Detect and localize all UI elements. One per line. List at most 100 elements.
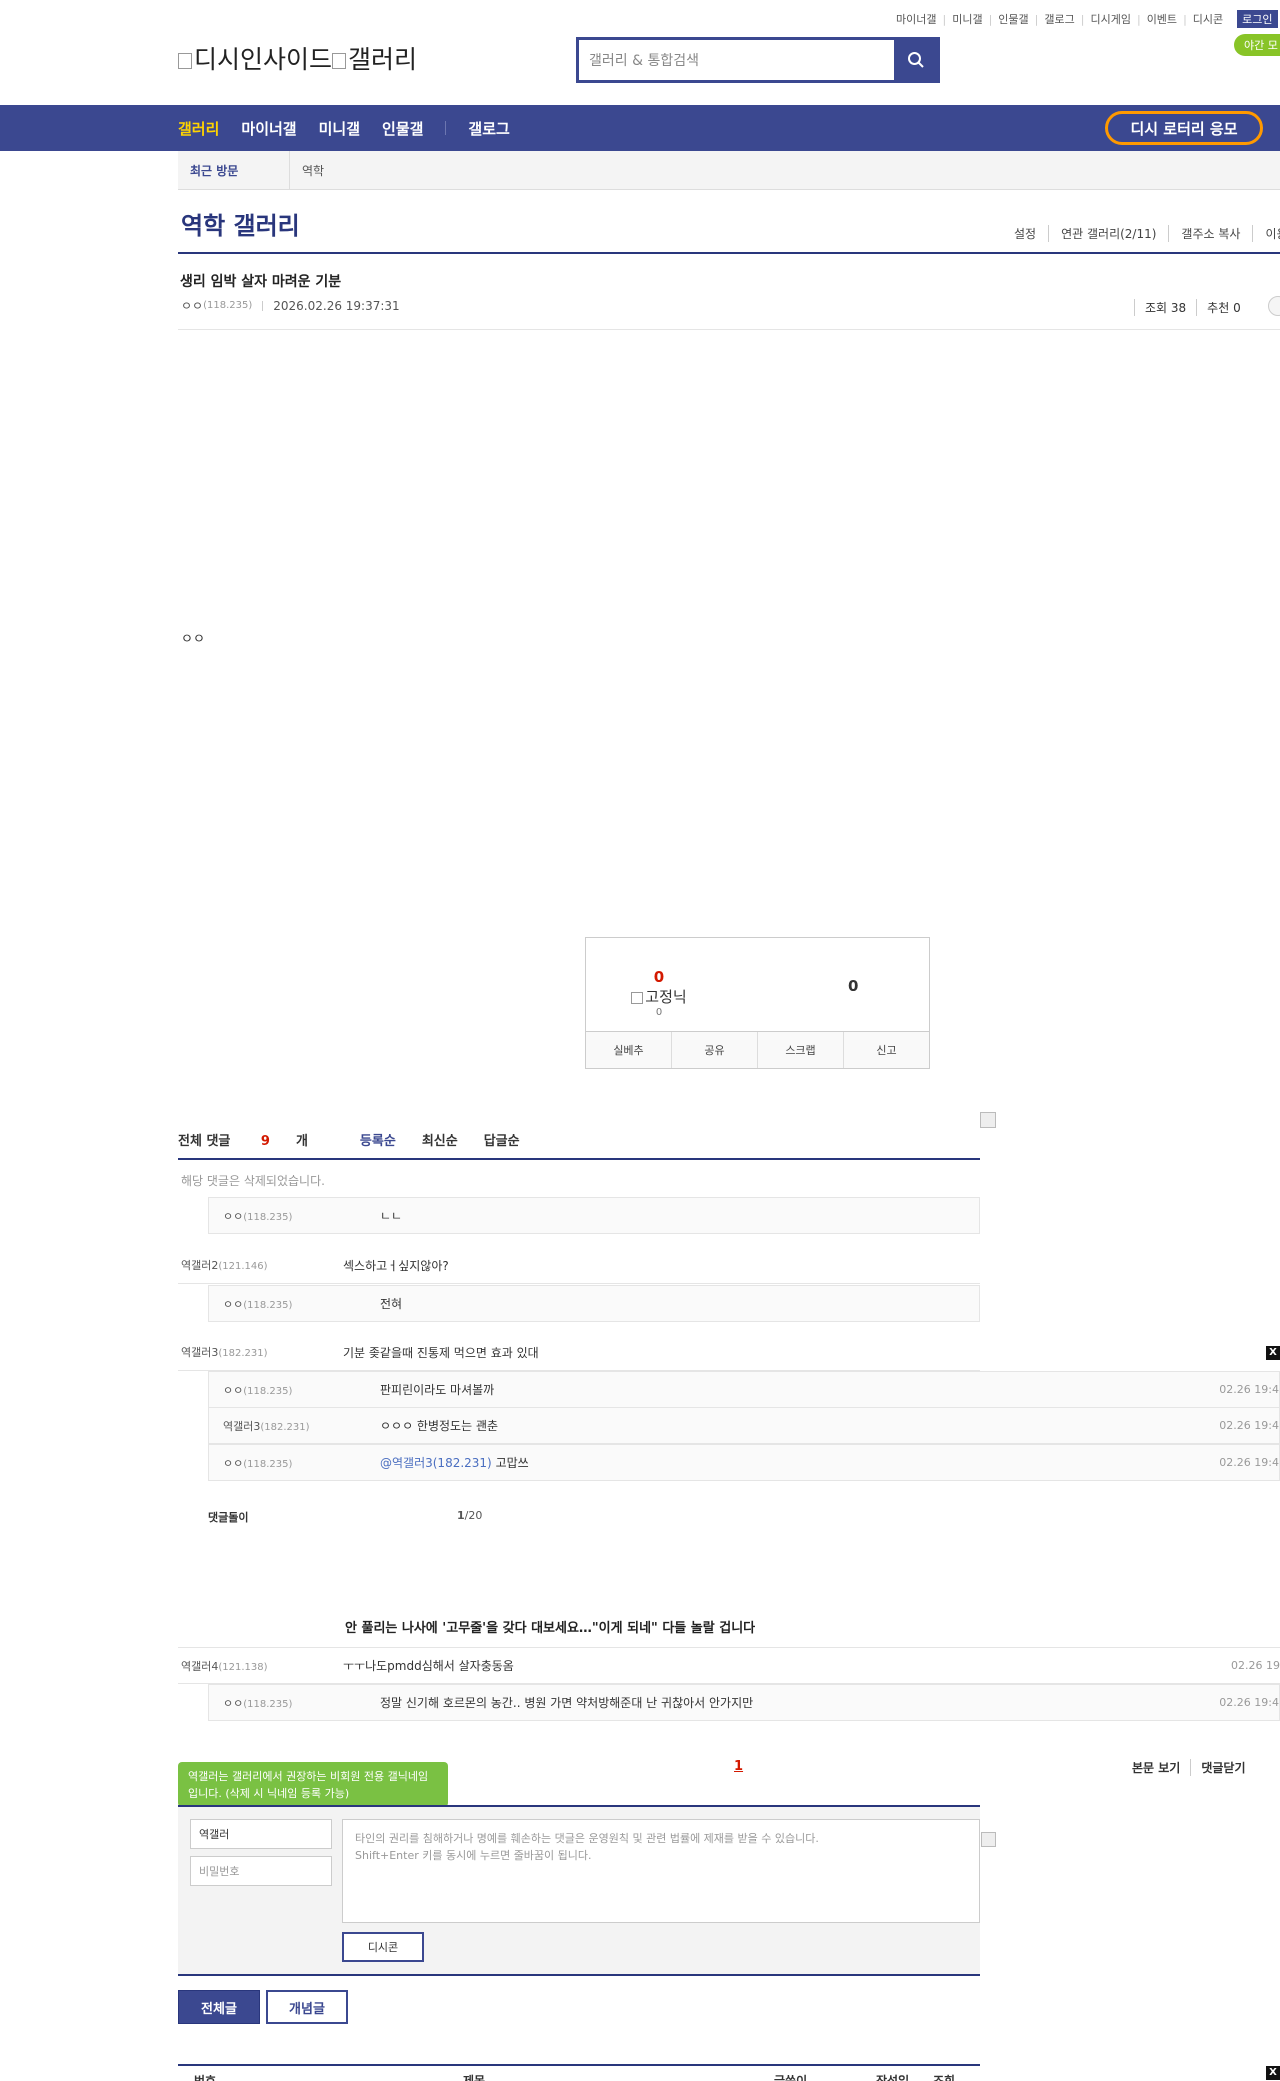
comment-total: 전체 댓글 9개 xyxy=(178,1134,308,1149)
search-button[interactable] xyxy=(894,40,937,80)
dccon-button[interactable]: 디시콘 xyxy=(342,1932,424,1962)
comment-divider xyxy=(178,1158,980,1160)
copy-address-link[interactable]: 갤주소 복사 xyxy=(1168,225,1252,242)
nav-divider xyxy=(445,121,447,135)
more-options-button[interactable] xyxy=(1268,296,1280,316)
post-author[interactable]: ㅇㅇ xyxy=(181,297,203,314)
reply-text: 고맙쓰 xyxy=(491,1456,529,1470)
night-mode-button[interactable]: 야간 모 xyxy=(1234,34,1280,56)
nav-gallog[interactable]: 갤로그 xyxy=(468,118,509,139)
reply-text: ㄴㄴ xyxy=(380,1209,403,1223)
top-link-gallog[interactable]: 갤로그 xyxy=(1038,11,1080,27)
login-button[interactable]: 로그인 xyxy=(1237,10,1278,28)
reply-row: ㅇㅇ(118.235) 정말 신기해 호르몬의 농간.. 병원 가면 약처방해준… xyxy=(208,1684,1280,1721)
fixed-nick-icon xyxy=(631,991,644,1004)
post-views: 조회 38 xyxy=(1134,299,1196,316)
search-input[interactable]: 갤러리 & 통합검색 xyxy=(579,40,894,80)
reply-text: ㅇㅇㅇ 한병정도는 괜춘 xyxy=(380,1419,499,1433)
comment-text: ㅜㅜ나도pmdd심해서 살자충동옴 xyxy=(343,1659,514,1673)
logo-gallery-text: 갤러리 xyxy=(348,45,418,74)
top-link-person[interactable]: 인물갤 xyxy=(992,11,1034,27)
best-recommend-button[interactable]: 실베추 xyxy=(586,1032,671,1068)
reply-nick[interactable]: ㅇㅇ xyxy=(223,1384,243,1397)
close-ad-button[interactable]: X xyxy=(1266,2066,1280,2080)
top-link-minor[interactable]: 마이너갤 xyxy=(890,11,942,27)
close-ad-button[interactable]: X xyxy=(1266,1346,1280,1360)
recommend-down-count: 0 xyxy=(848,977,859,995)
title-divider xyxy=(178,252,1280,254)
reply-row: ㅇㅇ(118.235) @역갤러3(182.231) 고맙쓰 02.26 19:… xyxy=(208,1444,1280,1481)
reply-mention[interactable]: @역갤러3(182.231) xyxy=(380,1456,492,1470)
tab-order-reply[interactable]: 답글순 xyxy=(484,1130,520,1149)
reply-nick[interactable]: ㅇㅇ xyxy=(223,1457,243,1470)
concept-posts-button[interactable]: 개념글 xyxy=(266,1990,348,2024)
post-author-ip: (118.235) xyxy=(203,300,253,311)
search-box: 갤러리 & 통합검색 xyxy=(576,37,940,83)
recommend-down-button[interactable]: 0 xyxy=(848,977,858,995)
top-link-event[interactable]: 이벤트 xyxy=(1141,11,1183,27)
gallery-links: 설정 연관 갤러리(2/11) 갤주소 복사 이용 xyxy=(1002,225,1280,242)
gallery-title[interactable]: 역학 갤러리 xyxy=(181,206,300,241)
reply-row: ㅇㅇ(118.235) 전혀 xyxy=(208,1285,980,1322)
nav-gallery[interactable]: 갤러리 xyxy=(178,118,219,139)
reply-text: 정말 신기해 호르몬의 농간.. 병원 가면 약처방해준대 난 귀찮아서 안가지… xyxy=(380,1696,754,1710)
ad-headline-link[interactable]: 안 풀리는 나사에 '고무줄'을 갖다 대보세요…"이게 되네" 다들 놀랄 겁… xyxy=(345,1617,755,1636)
close-comments-button[interactable]: 댓글닫기 xyxy=(1190,1759,1255,1776)
share-button[interactable]: 공유 xyxy=(671,1032,757,1068)
comment-bot-label: 댓글돌이 xyxy=(208,1511,249,1524)
list-col-views: 조회 xyxy=(933,2074,956,2081)
password-field[interactable]: 비밀번호 xyxy=(190,1856,332,1886)
comment-page-current[interactable]: 1 xyxy=(734,1759,743,1774)
nickname-tooltip: 역갤러는 갤러리에서 권장하는 비회원 전용 갤닉네임입니다. (삭제 시 닉네… xyxy=(178,1762,448,1813)
scrap-button[interactable]: 스크랩 xyxy=(757,1032,843,1068)
write-bottom-divider xyxy=(178,1974,980,1976)
reply-text: 전혀 xyxy=(380,1297,403,1311)
recent-visits: 최근 방문 역학 xyxy=(178,150,1280,190)
reply-nick[interactable]: ㅇㅇ xyxy=(223,1210,243,1223)
settings-link[interactable]: 설정 xyxy=(1002,225,1048,242)
reply-date: 02.26 19:4 xyxy=(1219,1696,1279,1709)
comment-nick[interactable]: 역갤러3 xyxy=(181,1346,218,1359)
recent-item[interactable]: 역학 xyxy=(290,162,324,179)
fixed-nick-count: 0 xyxy=(655,1007,663,1018)
tab-order-registered[interactable]: 등록순 xyxy=(360,1130,396,1149)
reply-nick[interactable]: 역갤러3 xyxy=(223,1420,260,1433)
top-link-dccon[interactable]: 디시콘 xyxy=(1187,11,1229,27)
top-link-mini[interactable]: 미니갤 xyxy=(946,11,988,27)
top-links: 마이너갤 | 미니갤 | 인물갤 | 갤로그 | 디시게임 | 이벤트 | 디시콘 로그인 xyxy=(890,10,1278,28)
lottery-button[interactable]: 디시 로터리 응모 xyxy=(1105,111,1263,145)
report-button[interactable]: 신고 xyxy=(843,1032,929,1068)
reply-ip: (118.235) xyxy=(243,1458,293,1470)
post-body: ㅇㅇ xyxy=(181,632,205,647)
tab-order-latest[interactable]: 최신순 xyxy=(422,1130,458,1149)
list-col-date: 작성일 xyxy=(876,2074,910,2081)
nav-person[interactable]: 인물갤 xyxy=(382,118,423,139)
site-logo[interactable]: 디시인사이드 갤러리 xyxy=(178,40,417,76)
reply-ip: (118.235) xyxy=(243,1385,293,1397)
reply-nick[interactable]: ㅇㅇ xyxy=(223,1697,243,1710)
all-posts-button[interactable]: 전체글 xyxy=(178,1990,260,2024)
recommend-up-button[interactable]: 0 고정닉 0 xyxy=(624,968,694,1018)
view-post-button[interactable]: 본문 보기 xyxy=(1122,1759,1190,1776)
reply-row: ㅇㅇ(118.235) 판피린이라도 마셔볼까 02.26 19:4 xyxy=(208,1371,1280,1408)
top-link-dcgame[interactable]: 디시게임 xyxy=(1084,11,1136,27)
usage-link[interactable]: 이용 xyxy=(1252,225,1280,242)
nav-mini[interactable]: 미니갤 xyxy=(319,118,360,139)
comment-text: 기분 좆같을때 진통제 먹으면 효과 있대 xyxy=(343,1345,539,1360)
broken-image-icon xyxy=(178,53,192,69)
deleted-comment: 해당 댓글은 삭제되었습니다. xyxy=(181,1174,325,1188)
post-stats: 조회 38 추천 0 xyxy=(1134,299,1251,316)
related-gallery-link[interactable]: 연관 갤러리(2/11) xyxy=(1048,225,1168,242)
comment-nick[interactable]: 역갤러2 xyxy=(181,1259,218,1272)
reply-date: 02.26 19:4 xyxy=(1219,1383,1279,1396)
nickname-field[interactable]: 역갤러 xyxy=(190,1819,332,1849)
nav-minor[interactable]: 마이너갤 xyxy=(241,118,296,139)
comment-nick[interactable]: 역갤러4 xyxy=(181,1660,218,1673)
post-meta: ㅇㅇ (118.235) 2026.02.26 19:37:31 xyxy=(181,297,400,314)
broken-image-icon xyxy=(981,1832,996,1847)
comment-textarea[interactable]: 타인의 권리를 침해하거나 명예를 훼손하는 댓글은 운영원칙 및 관련 법률에… xyxy=(342,1819,980,1923)
reply-row: ㅇㅇ(118.235) ㄴㄴ xyxy=(208,1197,980,1234)
reply-nick[interactable]: ㅇㅇ xyxy=(223,1298,243,1311)
ad-image-icon[interactable] xyxy=(980,1112,996,1128)
comment-tabs: 전체 댓글 9개 등록순 최신순 답글순 xyxy=(178,1130,546,1149)
